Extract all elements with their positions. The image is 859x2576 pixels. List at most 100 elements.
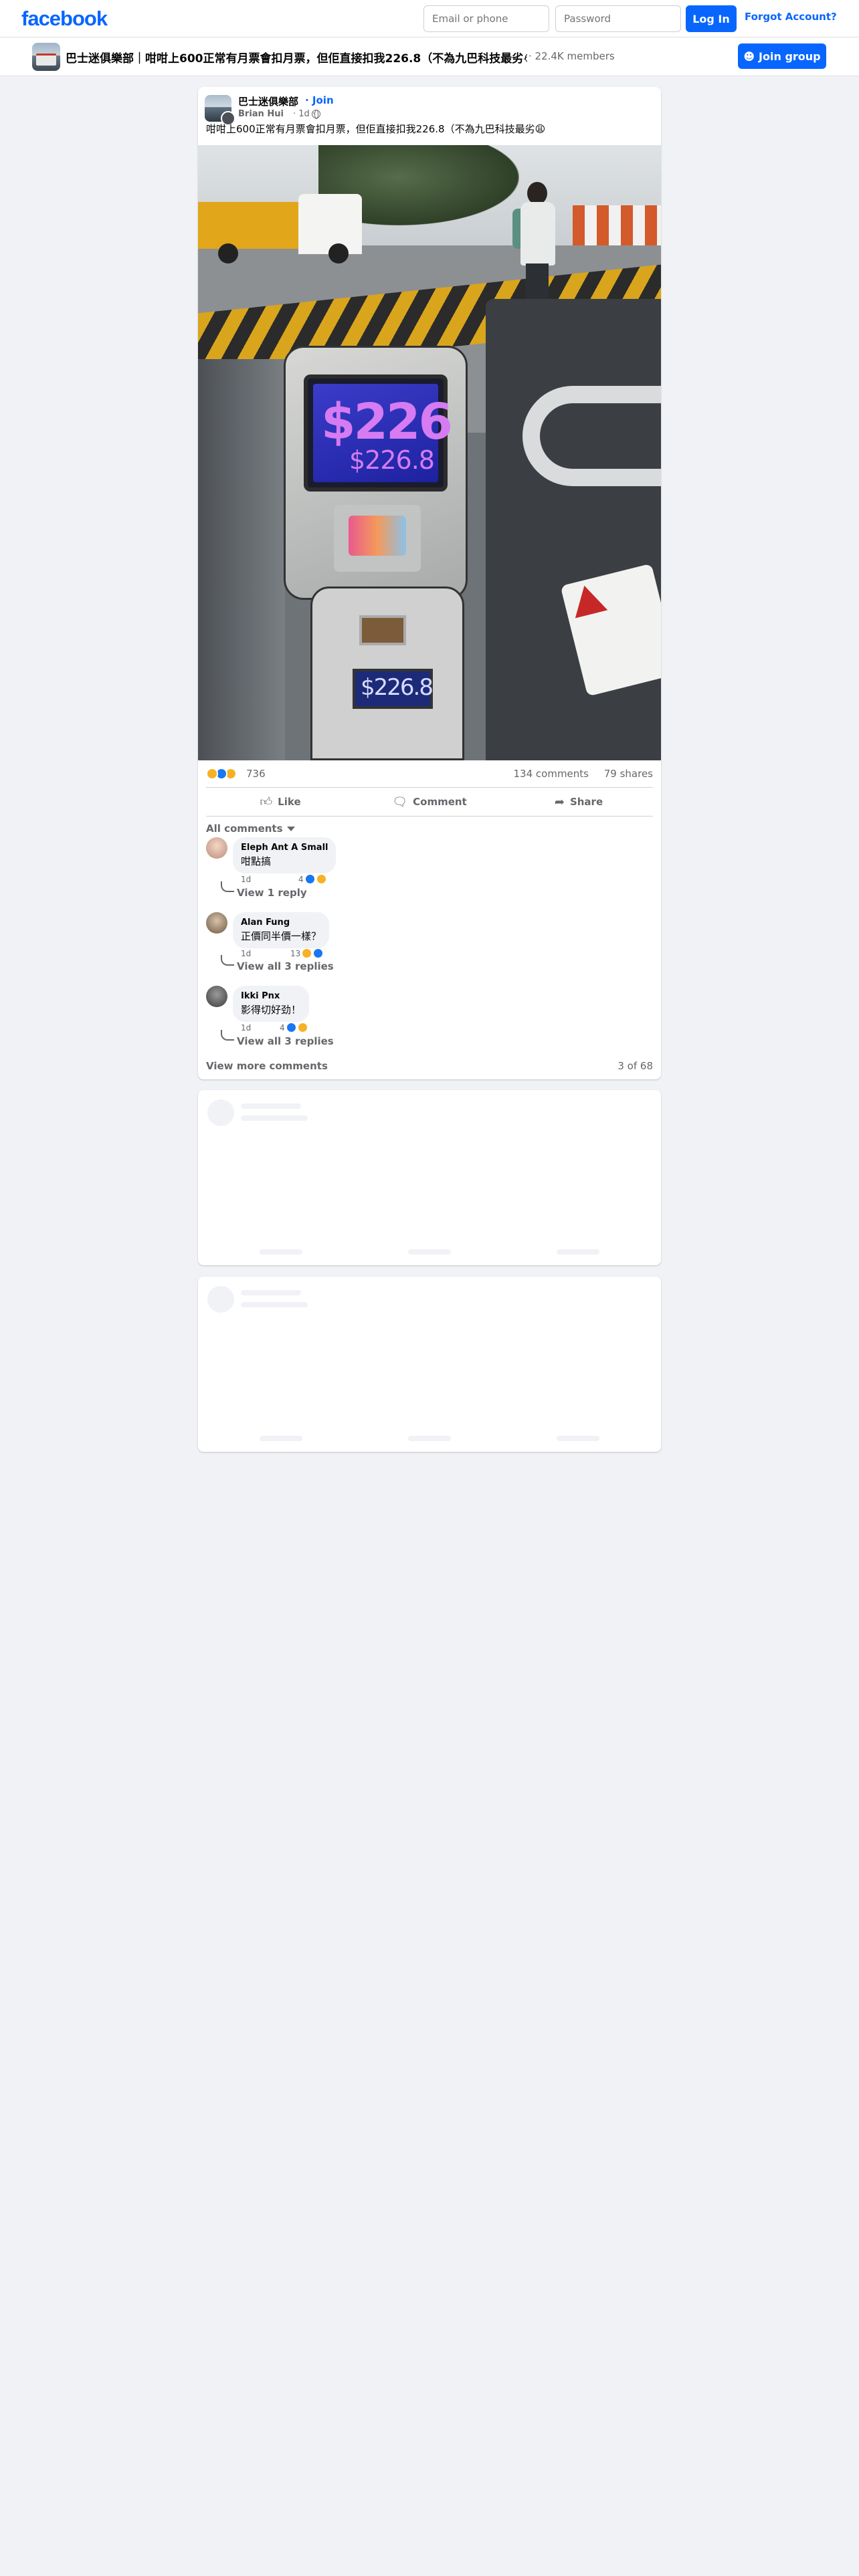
post-join-link[interactable]: · Join	[305, 94, 334, 106]
skeleton-button	[260, 1436, 302, 1441]
join-group-button[interactable]: ☻ Join group	[738, 43, 826, 69]
post-author[interactable]: Brian Hui	[238, 109, 284, 119]
truck-body	[198, 202, 305, 249]
post-group-name[interactable]: 巴士迷俱樂部	[238, 94, 298, 108]
skeleton-button	[557, 1249, 599, 1255]
comment-reactions[interactable]: 4	[298, 874, 326, 884]
reader-screen-display: $226 $226.8	[313, 384, 453, 482]
comment-button[interactable]: 🗨︎ Comment	[355, 790, 504, 814]
comment-reaction-count: 4	[280, 1023, 285, 1033]
loading-post-placeholder	[198, 1277, 661, 1452]
comment-text: 影得切好劲！	[241, 1004, 302, 1016]
comment-count[interactable]: 134 comments	[514, 768, 589, 780]
fare-half: $226.8	[349, 445, 435, 475]
caret-down-icon	[286, 827, 295, 831]
bus-image	[36, 53, 56, 66]
like-label: Like	[278, 796, 301, 808]
comment-author[interactable]: Alan Fung	[241, 918, 321, 928]
view-replies-link[interactable]: View all 3 replies	[237, 1035, 334, 1047]
skeleton-line	[241, 1115, 308, 1121]
comment-icon: 🗨︎	[392, 794, 408, 809]
comments-pagination: 3 of 68	[617, 1060, 653, 1072]
comments-filter[interactable]: All comments	[206, 823, 295, 835]
top-bar: facebook Log In Forgot Account?	[0, 0, 859, 37]
comment-item: Alan Fung 正價同半價一樣？ 1d 13 View all 3 repl…	[206, 912, 607, 979]
divider	[206, 816, 653, 817]
commenter-avatar[interactable]	[206, 986, 227, 1007]
reply-connector	[221, 955, 234, 966]
group-member-count: · 22.4K members	[529, 50, 615, 62]
view-more-comments-link[interactable]: View more comments	[206, 1060, 328, 1072]
post-photo[interactable]: $226 $226.8 $226.8	[198, 145, 661, 760]
users-icon: ☻	[743, 49, 755, 63]
comment-label: Comment	[413, 796, 467, 808]
skeleton-line	[241, 1103, 301, 1109]
comments-filter-label: All comments	[206, 823, 283, 835]
reactions-row: 736 134 comments 79 shares	[206, 768, 653, 782]
person-head	[527, 182, 547, 205]
commenter-avatar[interactable]	[206, 837, 227, 859]
group-title[interactable]: 巴士迷俱樂部｜咁咁上600正常有月票會扣月票，但佢直接扣我226.8（不為九巴科…	[66, 49, 527, 66]
view-replies-link[interactable]: View 1 reply	[237, 887, 307, 899]
fare-lower: $226.8	[361, 674, 434, 701]
share-count[interactable]: 79 shares	[604, 768, 653, 780]
share-button[interactable]: ➦ Share	[504, 790, 653, 814]
comment-bubble: Eleph Ant A Small 咁點搞	[233, 837, 337, 873]
view-replies-link[interactable]: View all 3 replies	[237, 960, 334, 972]
commenter-avatar[interactable]	[206, 912, 227, 934]
photo-bus-pillar	[198, 359, 285, 760]
person-torso	[520, 202, 555, 265]
truck-wheel	[218, 243, 238, 263]
password-field[interactable]	[555, 5, 681, 32]
comment-text: 正價同半價一樣？	[241, 930, 322, 942]
forgot-account-link[interactable]: Forgot Account?	[745, 11, 837, 23]
group-thumbnail[interactable]	[32, 43, 60, 71]
photo-barriers	[573, 205, 661, 245]
haha-reaction-icon	[302, 948, 312, 958]
group-bar: 巴士迷俱樂部｜咁咁上600正常有月票會扣月票，但佢直接扣我226.8（不為九巴科…	[0, 37, 859, 76]
post-card: 巴士迷俱樂部 · Join Brian Hui · 1d · 咁咁上600正常有…	[198, 87, 661, 1079]
photo-bus-door	[486, 299, 661, 760]
reader-screen: $226 $226.8	[304, 374, 453, 492]
skeleton-button	[408, 1249, 451, 1255]
comment-time[interactable]: 1d	[241, 949, 251, 958]
join-group-label: Join group	[759, 49, 821, 63]
warning-icon	[568, 582, 607, 619]
skeleton-button	[408, 1436, 451, 1441]
comment-reactions[interactable]: 4	[280, 1023, 308, 1033]
reader-small-display	[359, 615, 406, 645]
reply-connector	[221, 881, 234, 892]
email-field[interactable]	[423, 5, 549, 32]
skeleton-button	[557, 1436, 599, 1441]
photo-octopus-reader: $226 $226.8	[284, 346, 468, 600]
comment-reactions[interactable]: 13	[290, 948, 324, 958]
globe-icon	[312, 110, 320, 119]
comment-time[interactable]: 1d	[241, 875, 251, 884]
like-reaction-icon	[286, 1023, 296, 1033]
haha-reaction-icon	[316, 874, 326, 884]
like-button[interactable]: 👍︎ Like	[206, 790, 355, 814]
comment-author[interactable]: Ikki Pnx	[241, 991, 301, 1001]
comment-time[interactable]: 1d	[241, 1023, 251, 1033]
divider	[206, 787, 653, 788]
like-reaction-icon	[304, 874, 315, 884]
comment-bubble: Alan Fung 正價同半價一樣？	[233, 912, 330, 948]
photo-second-reader: $226.8	[310, 586, 464, 760]
haha-reaction-icon[interactable]	[206, 768, 218, 780]
reader-lower-display: $226.8	[353, 669, 434, 709]
truck-wheel	[328, 243, 349, 263]
photo-truck	[198, 182, 362, 263]
photo-handrail	[522, 386, 661, 486]
fare-main: $226	[321, 393, 453, 451]
skeleton-line	[241, 1290, 301, 1295]
haha-reaction-icon	[297, 1023, 308, 1033]
comment-reaction-count: 13	[290, 948, 301, 958]
skeleton-avatar	[207, 1099, 234, 1126]
facebook-logo[interactable]: facebook	[21, 7, 108, 31]
login-button[interactable]: Log In	[686, 5, 737, 32]
comment-author[interactable]: Eleph Ant A Small	[241, 843, 328, 853]
truck-cab	[298, 194, 362, 254]
reaction-count[interactable]: 736	[246, 768, 266, 780]
share-label: Share	[569, 796, 603, 808]
reader-card-slot	[334, 505, 421, 572]
